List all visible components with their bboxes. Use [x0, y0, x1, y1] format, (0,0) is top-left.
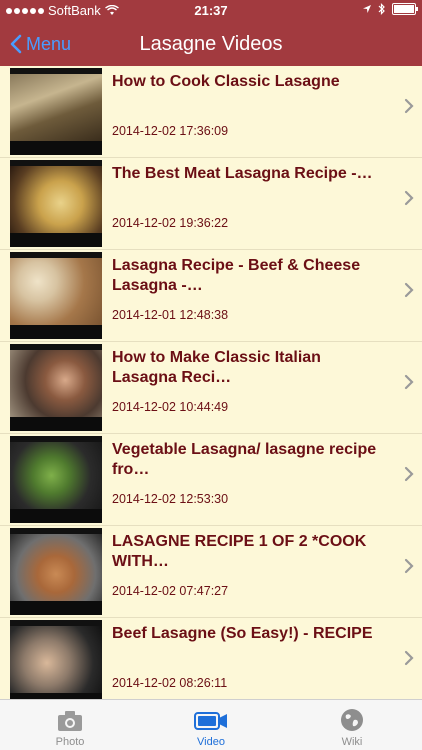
video-date: 2014-12-02 19:36:22	[112, 216, 229, 230]
video-thumbnail	[10, 160, 102, 247]
video-thumbnail	[10, 620, 102, 700]
page-title: Lasagne Videos	[139, 33, 283, 55]
battery-icon	[392, 3, 418, 15]
tab-bar: Photo Video Wiki	[0, 699, 422, 750]
navigation-bar: Menu Lasagne Videos	[0, 22, 422, 66]
bluetooth-icon	[378, 3, 385, 15]
tab-video-label: Video	[197, 736, 225, 748]
chevron-right-icon	[404, 190, 414, 206]
chevron-right-icon	[404, 282, 414, 298]
video-list[interactable]: How to Cook Classic Lasagne 2014-12-02 1…	[0, 66, 422, 700]
tab-photo-label: Photo	[55, 736, 85, 748]
video-list-item[interactable]: How to Cook Classic Lasagne 2014-12-02 1…	[0, 66, 422, 158]
video-list-item[interactable]: Vegetable Lasagna/ lasagne recipe fro… 2…	[0, 434, 422, 526]
tab-wiki-label: Wiki	[341, 736, 363, 748]
video-thumbnail	[10, 528, 102, 615]
video-list-item[interactable]: Lasagna Recipe - Beef & Cheese Lasagna -…	[0, 250, 422, 342]
chevron-right-icon	[404, 374, 414, 390]
video-list-item[interactable]: The Best Meat Lasagna Recipe -… 2014-12-…	[0, 158, 422, 250]
video-title: The Best Meat Lasagna Recipe -…	[112, 165, 373, 182]
status-bar: SoftBank 21:37	[0, 0, 422, 22]
video-date: 2014-12-01 12:48:38	[112, 308, 229, 322]
chevron-right-icon	[404, 98, 414, 114]
chevron-right-icon	[404, 650, 414, 666]
video-list-item[interactable]: LASAGNE RECIPE 1 OF 2 *COOK WITH… 2014-1…	[0, 526, 422, 618]
video-thumbnail	[10, 344, 102, 431]
video-date: 2014-12-02 10:44:49	[112, 400, 229, 414]
status-time: 21:37	[194, 3, 228, 18]
video-camera-icon	[194, 712, 227, 730]
video-date: 2014-12-02 08:26:11	[112, 676, 228, 690]
globe-icon	[341, 709, 363, 731]
tab-photo[interactable]: Photo	[0, 700, 140, 750]
video-date: 2014-12-02 07:47:27	[112, 584, 229, 598]
video-thumbnail	[10, 68, 102, 155]
video-title: Vegetable Lasagna/ lasagne recipe fro…	[112, 441, 377, 478]
status-right	[362, 3, 418, 15]
video-thumbnail	[10, 252, 102, 339]
tab-wiki[interactable]: Wiki	[282, 700, 422, 750]
video-date: 2014-12-02 12:53:30	[112, 492, 229, 506]
video-thumbnail	[10, 436, 102, 523]
camera-icon	[58, 711, 82, 731]
chevron-right-icon	[404, 466, 414, 482]
video-title: LASAGNE RECIPE 1 OF 2 *COOK WITH…	[112, 533, 367, 570]
video-title: How to Cook Classic Lasagne	[112, 73, 340, 90]
video-list-item[interactable]: Beef Lasagne (So Easy!) - RECIPE 2014-12…	[0, 618, 422, 700]
location-arrow-icon	[363, 5, 371, 13]
video-date: 2014-12-02 17:36:09	[112, 124, 229, 138]
video-title: How to Make Classic Italian Lasagna Reci…	[112, 349, 321, 386]
video-list-item[interactable]: How to Make Classic Italian Lasagna Reci…	[0, 342, 422, 434]
tab-video[interactable]: Video	[141, 700, 281, 750]
video-title: Lasagna Recipe - Beef & Cheese Lasagna -…	[112, 257, 361, 294]
video-title: Beef Lasagne (So Easy!) - RECIPE	[112, 625, 373, 642]
chevron-right-icon	[404, 558, 414, 574]
